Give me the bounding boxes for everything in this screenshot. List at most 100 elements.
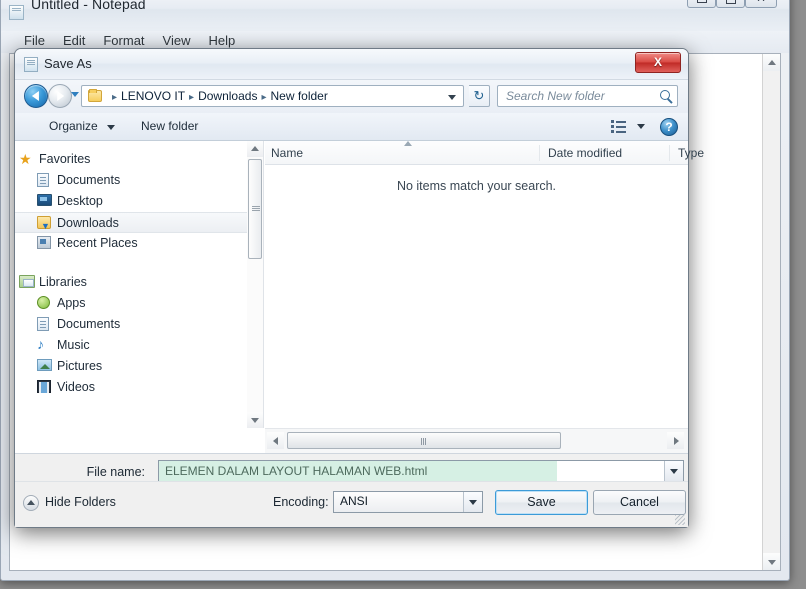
breadcrumb-item-2[interactable]: New folder — [270, 89, 327, 103]
nav-header-libraries[interactable]: Libraries — [15, 272, 247, 293]
recent-places-icon — [37, 236, 51, 249]
file-name-label: File name: — [86, 465, 145, 479]
scroll-up-icon[interactable] — [247, 141, 263, 157]
chevron-down-icon — [670, 469, 678, 474]
sidebar-item-label: Videos — [57, 380, 95, 394]
nav-header-favorites[interactable]: ★ Favorites — [15, 149, 247, 170]
forward-button[interactable] — [48, 84, 72, 108]
notepad-minimize-button[interactable] — [687, 0, 716, 8]
save-button[interactable]: Save — [495, 490, 588, 515]
help-button[interactable]: ? — [660, 118, 678, 136]
breadcrumb-separator: ▸ — [112, 92, 118, 103]
search-input[interactable]: Search New folder — [497, 85, 678, 107]
sidebar-item-music[interactable]: ♪ Music — [15, 335, 247, 356]
search-icon — [660, 90, 670, 100]
nav-pane-scrollbar[interactable] — [247, 141, 264, 428]
close-icon: X — [757, 0, 764, 4]
breadcrumb-bar[interactable]: ▸ LENOVO IT ▸ Downloads ▸ New folder — [81, 85, 464, 107]
breadcrumb-item-0[interactable]: LENOVO IT — [121, 89, 185, 103]
list-view-icon[interactable] — [611, 120, 626, 134]
scroll-down-icon[interactable] — [247, 412, 263, 428]
back-button[interactable] — [24, 84, 48, 108]
music-icon: ♪ — [37, 336, 44, 352]
apps-icon — [37, 296, 50, 309]
resize-grip[interactable] — [675, 515, 685, 525]
scroll-right-icon[interactable] — [667, 432, 684, 449]
dialog-close-button[interactable]: X — [635, 52, 681, 73]
desktop-icon — [37, 194, 52, 206]
scrollbar-thumb[interactable] — [248, 159, 262, 259]
chevron-down-icon[interactable] — [448, 95, 456, 100]
notepad-scroll-up-icon[interactable] — [763, 54, 780, 71]
chevron-down-icon[interactable] — [637, 124, 645, 129]
sidebar-item-label: Downloads — [57, 216, 119, 230]
hide-folders-button[interactable]: Hide Folders — [23, 495, 116, 511]
breadcrumb: ▸ LENOVO IT ▸ Downloads ▸ New folder — [108, 89, 441, 103]
back-arrow-icon — [31, 91, 39, 101]
column-header-type[interactable]: Type — [669, 145, 704, 161]
sidebar-item-apps[interactable]: Apps — [15, 293, 247, 314]
sidebar-item-label: Music — [57, 338, 90, 352]
new-folder-button[interactable]: New folder — [141, 119, 198, 133]
sidebar-item-pictures[interactable]: Pictures — [15, 356, 247, 377]
sidebar-item-label: Documents — [57, 317, 121, 331]
nav-header-label: Favorites — [39, 152, 91, 166]
notepad-maximize-button[interactable] — [716, 0, 745, 8]
notepad-scroll-down-icon[interactable] — [763, 553, 780, 570]
column-header-name[interactable]: Name — [265, 145, 303, 161]
notepad-vertical-scrollbar[interactable] — [762, 54, 780, 570]
notepad-icon — [24, 57, 38, 72]
sidebar-item-downloads[interactable]: Downloads — [15, 212, 247, 237]
encoding-select[interactable]: ANSI — [333, 491, 483, 513]
hide-folders-label: Hide Folders — [45, 495, 116, 509]
close-icon: X — [653, 55, 662, 69]
sidebar-item-desktop[interactable]: Desktop — [15, 191, 247, 212]
sidebar-item-label: Pictures — [57, 359, 103, 373]
file-name-value: ELEMEN DALAM LAYOUT HALAMAN WEB.html — [159, 461, 557, 481]
sidebar-item-label: Apps — [57, 296, 86, 310]
navigation-pane[interactable]: ★ Favorites Documents Desktop Downloads — [15, 141, 247, 428]
address-bar-row: ▸ LENOVO IT ▸ Downloads ▸ New folder ↻ Search… — [15, 80, 688, 113]
sidebar-item-documents[interactable]: Documents — [15, 170, 247, 191]
command-toolbar: Organize New folder ? — [15, 113, 688, 141]
file-name-input[interactable]: ELEMEN DALAM LAYOUT HALAMAN WEB.html — [158, 460, 684, 482]
sort-ascending-icon — [404, 141, 412, 146]
breadcrumb-separator: ▸ — [189, 92, 195, 103]
sidebar-item-videos[interactable]: Videos — [15, 377, 247, 398]
column-header-date-modified[interactable]: Date modified — [539, 145, 622, 161]
help-icon: ? — [665, 120, 673, 134]
document-icon — [37, 317, 49, 331]
scroll-left-icon[interactable] — [267, 432, 284, 449]
nav-header-label: Libraries — [39, 275, 87, 289]
breadcrumb-item-1[interactable]: Downloads — [198, 89, 257, 103]
encoding-value: ANSI — [340, 494, 369, 508]
chevron-down-icon[interactable] — [71, 92, 79, 97]
dialog-content-area: ★ Favorites Documents Desktop Downloads — [15, 141, 704, 454]
notepad-close-button[interactable]: X — [745, 0, 777, 8]
downloads-icon — [37, 216, 51, 237]
save-as-dialog: Save As X ▸ LENOVO IT ▸ Downloads ▸ New folde… — [14, 48, 704, 528]
notepad-icon — [9, 5, 24, 20]
organize-button[interactable]: Organize — [49, 119, 98, 133]
chevron-down-icon[interactable] — [107, 125, 115, 130]
dialog-titlebar[interactable]: Save As X — [15, 49, 688, 80]
dialog-title: Save As — [44, 56, 92, 71]
refresh-button[interactable]: ↻ — [469, 85, 490, 107]
empty-list-message: No items match your search. — [396, 179, 557, 193]
sidebar-item-documents-library[interactable]: Documents — [15, 314, 247, 335]
sidebar-item-recent-places[interactable]: Recent Places — [15, 233, 247, 254]
cancel-button[interactable]: Cancel — [593, 490, 686, 515]
file-list-pane[interactable]: Name Date modified Type No items match y… — [265, 141, 704, 428]
file-list-horizontal-scrollbar[interactable] — [265, 428, 688, 453]
file-name-dropdown-button[interactable] — [664, 461, 683, 481]
scrollbar-thumb[interactable] — [287, 432, 561, 449]
sidebar-item-label: Desktop — [57, 194, 103, 208]
folder-icon — [88, 89, 102, 102]
search-placeholder: Search New folder — [506, 89, 605, 103]
notepad-titlebar[interactable]: Untitled - Notepad X — [1, 0, 789, 31]
notepad-title: Untitled - Notepad — [31, 0, 146, 12]
dialog-footer: Hide Folders Encoding: ANSI Save Cancel — [15, 481, 688, 527]
pictures-icon — [37, 359, 52, 371]
encoding-dropdown-button[interactable] — [463, 492, 482, 512]
star-icon: ★ — [19, 151, 32, 167]
